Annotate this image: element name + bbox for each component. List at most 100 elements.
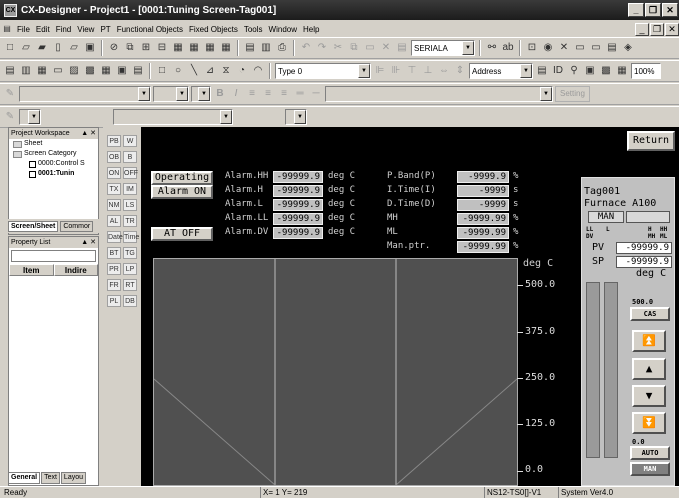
chevron-down-icon[interactable]: ▼ [462,41,474,55]
frame-display-icon[interactable]: ▣ [583,64,597,78]
trend-icon[interactable]: TR [123,215,137,227]
menu-help[interactable]: Help [300,25,322,34]
column-indirect[interactable]: Indire [53,264,98,276]
bit-toggle-icon[interactable]: BT [107,247,121,259]
cut-icon[interactable]: ✂ [331,41,345,55]
replace-icon[interactable]: ab [501,41,515,55]
rectangle-icon[interactable]: □ [155,64,169,78]
ml-value[interactable]: -9999.99 [457,227,509,239]
chevron-down-icon[interactable]: ▼ [358,64,370,78]
alarm-on-button[interactable]: Alarm ON [151,185,213,199]
screen-list-icon[interactable]: ▥ [19,64,33,78]
document-icon[interactable]: ▤ [0,22,14,36]
menu-view[interactable]: View [74,25,97,34]
menu-fixed-objects[interactable]: Fixed Objects [186,25,241,34]
open-file-icon[interactable]: ▱ [19,41,33,55]
list-selector-icon[interactable]: LS [123,199,137,211]
mdi-minimize-button[interactable]: _ [635,22,649,36]
arc-icon[interactable]: ◠ [251,64,265,78]
polyline-object-icon[interactable]: PL [107,295,121,307]
eraser-icon[interactable]: ◈ [621,41,635,55]
alarm-hh-value[interactable]: -99999.9 [273,171,323,183]
text-input-icon[interactable]: TX [107,183,121,195]
lamp-off-icon[interactable]: OFF [123,167,138,179]
layer-2-icon[interactable]: ▦ [187,41,201,55]
binoculars-icon[interactable]: ⚯ [485,41,499,55]
transfer-from-pt-icon[interactable]: ▭ [589,41,603,55]
align-text-right-icon[interactable]: ≡ [277,87,291,101]
align-top-icon[interactable]: ⊤ [405,64,419,78]
copy-icon[interactable]: ⧉ [347,41,361,55]
memory-card-icon[interactable]: ▤ [605,41,619,55]
tree-item-screen-0001[interactable]: 0001:Tunin [9,169,98,179]
object-list-icon[interactable]: ▤ [131,64,145,78]
word-lamp-icon[interactable]: ON [107,167,121,179]
line-style-icon[interactable]: ═ [293,87,307,101]
connect-icon[interactable]: ◉ [541,41,555,55]
polyline-icon[interactable]: ⊿ [203,64,217,78]
align-right-icon[interactable]: ⊪ [389,64,403,78]
chevron-down-icon[interactable]: ▼ [294,110,306,124]
faceplate[interactable]: Tag001 Furnace A100 MAN LL L H HH DV MH … [581,177,675,486]
panel-close-icon[interactable]: ▲ ✕ [81,128,96,139]
at-off-button[interactable]: AT OFF [151,227,213,241]
undo-icon[interactable]: ↶ [299,41,313,55]
test-icon[interactable]: ⊞ [139,41,153,55]
chevron-down-icon[interactable]: ▼ [176,87,188,101]
p-band-value[interactable]: -9999.9 [457,171,509,183]
pen-icon[interactable]: ✎ [3,87,17,101]
push-button-icon[interactable]: PB [107,135,121,147]
panel-close-icon[interactable]: ▲ ✕ [81,237,96,248]
word-button-icon[interactable]: W [123,135,137,147]
menu-edit[interactable]: Edit [33,25,53,34]
chevron-down-icon[interactable]: ▼ [138,87,150,101]
maximize-button[interactable]: ❐ [645,3,661,17]
zoom-combo[interactable]: 100% [631,63,661,79]
save-icon[interactable]: ▣ [83,41,97,55]
tree-item-screen-0000[interactable]: 0000:Control S [9,159,98,169]
font-combo[interactable]: ▼ [19,86,151,102]
tab-general[interactable]: General [8,472,41,484]
menu-window[interactable]: Window [266,25,300,34]
alarm-ll-value[interactable]: -99999.9 [273,213,323,225]
print-setup-icon[interactable]: ▤ [243,41,257,55]
chevron-down-icon[interactable]: ▼ [540,87,552,101]
print-preview-icon[interactable]: ▥ [259,41,273,55]
data-block-icon[interactable]: DB [123,295,137,307]
print-icon[interactable]: ⎙ [275,41,289,55]
tab-layout[interactable]: Layou [60,472,86,484]
polygon-icon[interactable]: ⧖ [219,64,233,78]
color-combo[interactable]: ▼ [191,86,211,102]
toggle-icon[interactable]: TG [123,247,137,259]
open-project-icon[interactable]: ▰ [35,41,49,55]
serial-port-combo[interactable]: SERIALA ▼ [411,40,475,56]
pt-properties-icon[interactable]: ▦ [35,64,49,78]
value-combo[interactable]: ▼ [285,109,307,125]
man-button[interactable]: MAN [630,462,670,476]
man-ptr-value[interactable]: -9999.99 [457,241,509,253]
fill-display-icon[interactable]: ▩ [599,64,613,78]
address-display-icon[interactable]: ▤ [535,64,549,78]
layer-3-icon[interactable]: ▦ [203,41,217,55]
layer-4-icon[interactable]: ▦ [219,41,233,55]
copy-screen-icon[interactable]: ⧉ [123,41,137,55]
i-time-value[interactable]: -9999 [457,185,509,197]
tree-item-sheet[interactable]: Sheet [9,139,98,149]
zoom-icon[interactable]: ⚲ [567,64,581,78]
image-library-icon[interactable]: ▩ [83,64,97,78]
return-button[interactable]: Return [627,131,675,151]
bit-lamp-icon[interactable]: B [123,151,137,163]
frame-object-icon[interactable]: FR [107,279,121,291]
address-combo[interactable]: Address ▼ [469,63,533,79]
delete-icon[interactable]: ✕ [379,41,393,55]
test-all-icon[interactable]: ⊟ [155,41,169,55]
circle-icon[interactable]: ○ [171,64,185,78]
property-object-field[interactable] [11,250,96,262]
app-icon[interactable]: CX [4,3,17,17]
fast-up-button[interactable]: ⏫ [632,330,666,352]
time-icon[interactable]: Time [123,231,139,243]
up-button[interactable]: ▲ [632,358,666,380]
transfer-to-pt-icon[interactable]: ▭ [573,41,587,55]
tile-display-icon[interactable]: ▦ [615,64,629,78]
screen-properties-icon[interactable]: ▤ [3,64,17,78]
